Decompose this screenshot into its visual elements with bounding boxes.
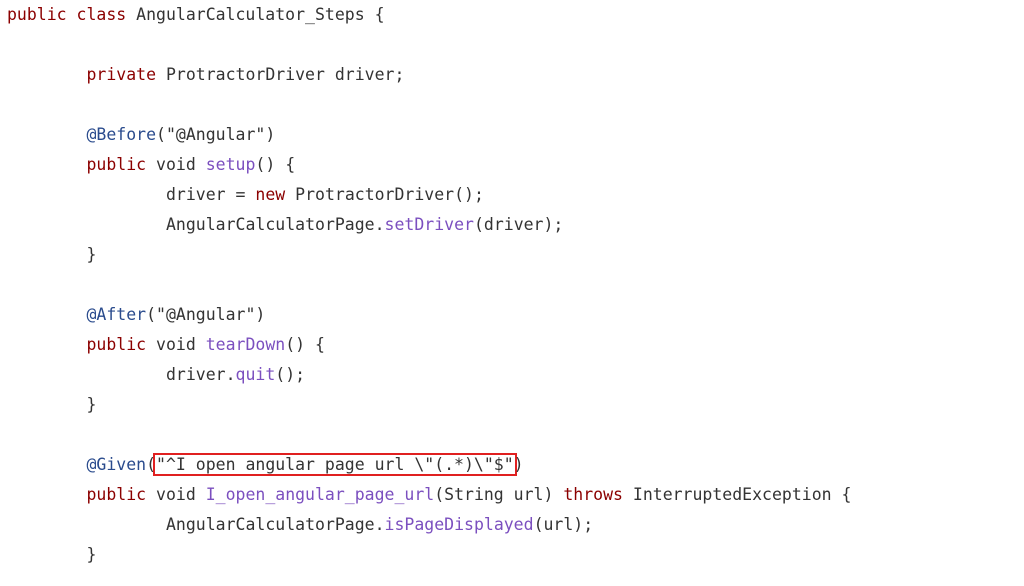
code-token: ) <box>513 455 524 474</box>
code-line: } <box>87 540 97 570</box>
code-line: } <box>87 240 97 270</box>
code-line: public void tearDown() { <box>87 330 325 360</box>
code-token: class <box>76 5 127 24</box>
code-line: private ProtractorDriver driver; <box>87 60 405 90</box>
code-token: public <box>86 485 147 504</box>
code-token: @Before <box>86 125 157 144</box>
code-token: AngularCalculator_Steps { <box>126 5 385 24</box>
highlighted-regex: "^I open angular page url \"(.*)\"$" <box>153 453 517 476</box>
code-token: } <box>86 545 97 564</box>
code-token: void <box>146 485 206 504</box>
code-token: InterruptedException { <box>622 485 852 504</box>
code-token: new <box>255 185 286 204</box>
code-token: } <box>86 245 97 264</box>
code-token: driver = <box>166 185 256 204</box>
code-token: throws <box>563 485 623 504</box>
code-token: ProtractorDriver driver; <box>156 65 405 84</box>
code-line: AngularCalculatorPage.isPageDisplayed(ur… <box>166 510 593 540</box>
code-token: ("@Angular") <box>146 305 266 324</box>
code-line: public class AngularCalculator_Steps { <box>7 0 385 30</box>
code-token: () { <box>255 155 296 174</box>
code-token: void <box>146 335 206 354</box>
code-token: @After <box>86 305 147 324</box>
code-token: (driver); <box>473 215 564 234</box>
code-token: AngularCalculatorPage. <box>166 515 385 534</box>
code-line: @Given("^I open angular page url \"(.*)\… <box>87 450 524 480</box>
code-view: public class AngularCalculator_Steps { pr… <box>0 0 1024 586</box>
code-line: public void I_open_angular_page_url(Stri… <box>87 480 852 510</box>
code-token: isPageDisplayed <box>384 515 534 534</box>
code-token: (String url) <box>434 485 564 504</box>
code-token: ProtractorDriver(); <box>285 185 484 204</box>
code-token: driver. <box>166 365 236 384</box>
code-line: public void setup() { <box>87 150 296 180</box>
code-token: setup <box>205 155 256 174</box>
code-line: driver.quit(); <box>166 360 305 390</box>
code-token: } <box>86 395 97 414</box>
code-token: setDriver <box>384 215 474 234</box>
code-token: (url); <box>533 515 594 534</box>
code-token: quit <box>235 365 276 384</box>
code-token: ("@Angular") <box>156 125 276 144</box>
code-token: () { <box>285 335 325 354</box>
code-token: (); <box>275 365 306 384</box>
code-token: @Given <box>86 455 147 474</box>
code-line: @After("@Angular") <box>87 300 266 330</box>
code-line: driver = new ProtractorDriver(); <box>166 180 484 210</box>
code-token: private <box>86 65 157 84</box>
code-line: } <box>87 390 97 420</box>
code-line: AngularCalculatorPage.setDriver(driver); <box>166 210 563 240</box>
code-line: @Before("@Angular") <box>87 120 276 150</box>
code-token: void <box>146 155 206 174</box>
code-token: public <box>86 155 147 174</box>
code-token: tearDown <box>205 335 286 354</box>
code-token: public <box>7 5 67 24</box>
code-token: public <box>86 335 147 354</box>
code-token: I_open_angular_page_url <box>205 485 435 504</box>
code-token: AngularCalculatorPage. <box>166 215 385 234</box>
